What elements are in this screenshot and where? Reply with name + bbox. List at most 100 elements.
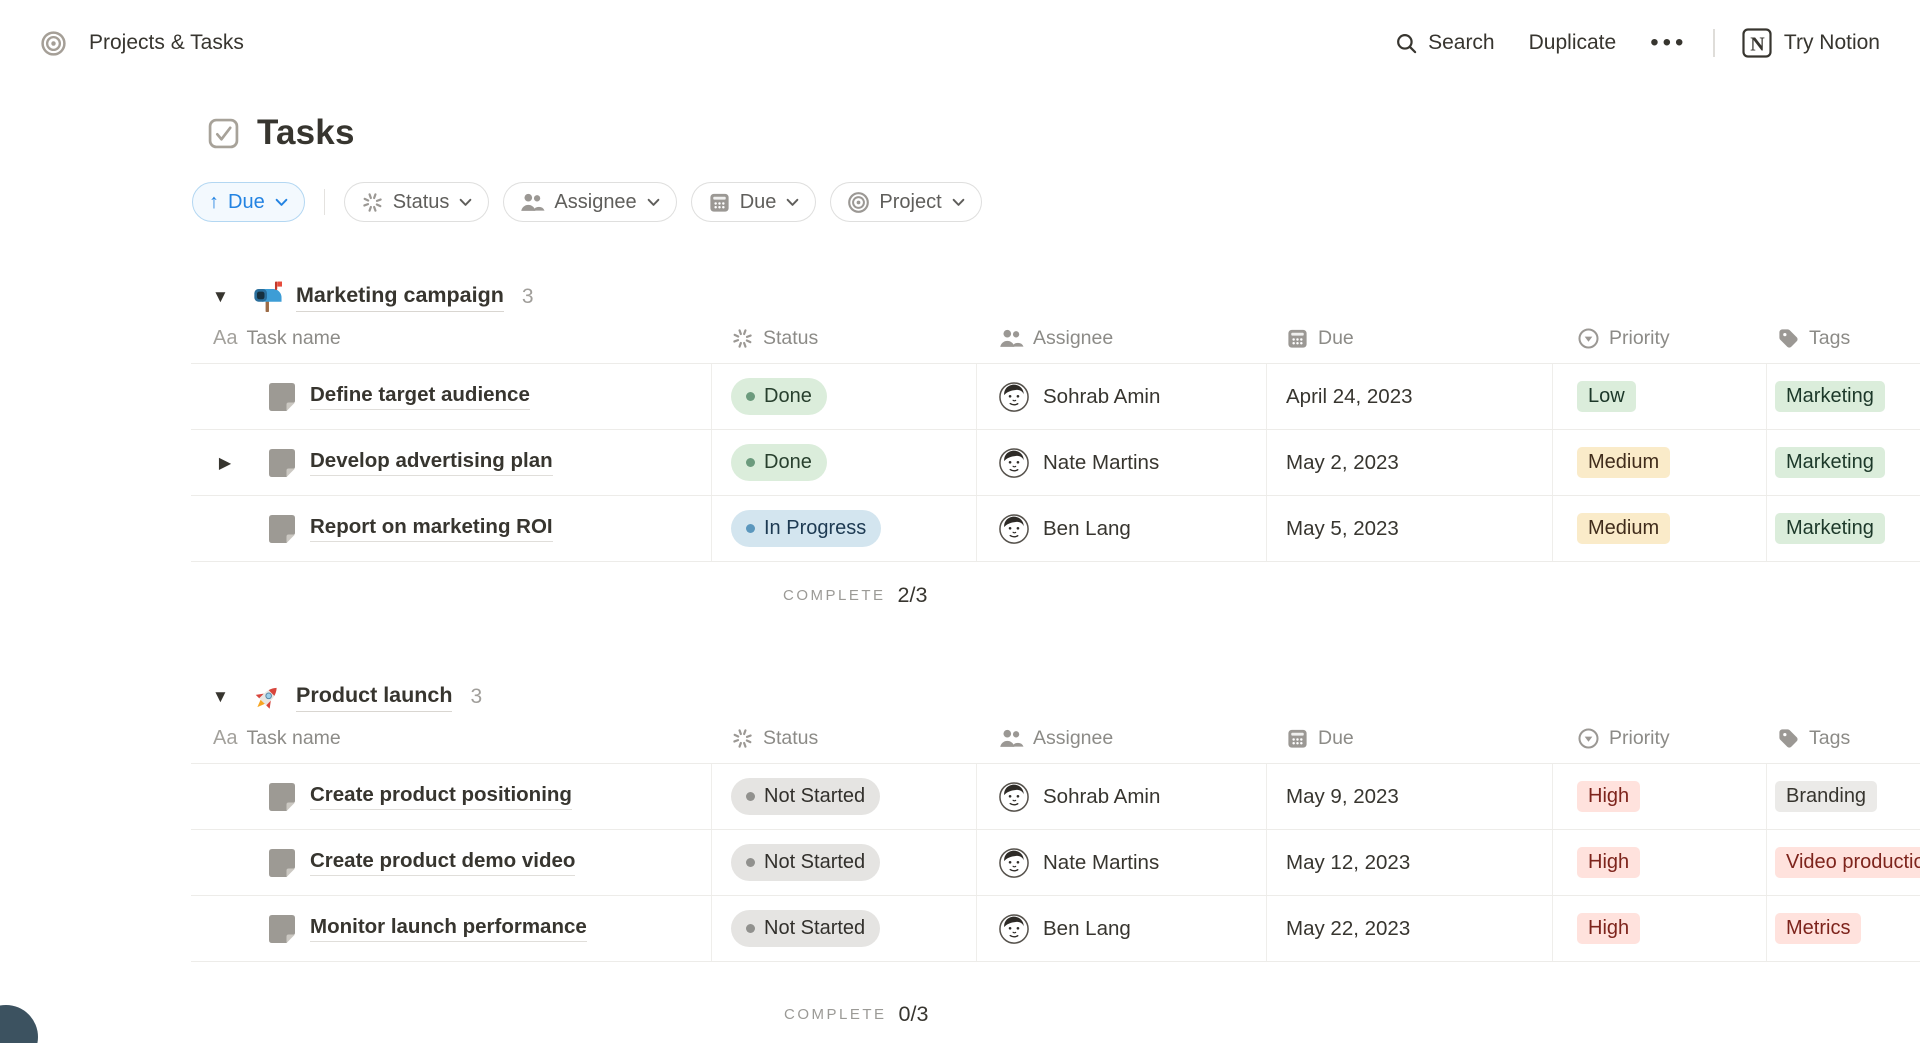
column-header-assignee[interactable]: Assignee <box>977 314 1267 363</box>
due-cell[interactable]: April 24, 2023 <box>1267 364 1553 429</box>
tag[interactable]: Video production <box>1775 847 1920 878</box>
tag[interactable]: Marketing <box>1775 381 1885 412</box>
column-header-task-name[interactable]: Aa Task name <box>191 714 712 763</box>
tasks-table: Aa Task name Status Assignee Due Priorit… <box>191 714 1920 962</box>
column-header-status[interactable]: Status <box>712 714 977 763</box>
status-dot-icon <box>746 458 755 467</box>
status-spinner-icon <box>361 191 384 214</box>
column-header-due[interactable]: Due <box>1267 714 1553 763</box>
filter-pill-assignee[interactable]: Assignee <box>503 182 676 222</box>
chevron-down-icon <box>786 198 799 207</box>
column-header-status[interactable]: Status <box>712 314 977 363</box>
column-header-priority[interactable]: Priority <box>1553 314 1767 363</box>
duplicate-label: Duplicate <box>1529 31 1617 55</box>
assignee-cell[interactable]: Nate Martins <box>977 830 1267 895</box>
priority-tag[interactable]: High <box>1577 781 1640 812</box>
column-header-due[interactable]: Due <box>1267 314 1553 363</box>
status-dot-icon <box>746 392 755 401</box>
page-icon <box>269 849 295 877</box>
table-row: Report on marketing ROI In Progress Ben … <box>191 496 1920 562</box>
filter-due-label: Due <box>740 191 777 214</box>
status-badge[interactable]: Done <box>731 444 827 481</box>
column-header-tags[interactable]: Tags <box>1767 314 1920 363</box>
filter-pill-due[interactable]: Due <box>691 182 817 222</box>
avatar <box>999 382 1029 412</box>
assignee-cell[interactable]: Nate Martins <box>977 430 1267 495</box>
page-header: Tasks <box>208 110 1920 156</box>
priority-tag[interactable]: Medium <box>1577 513 1670 544</box>
tag[interactable]: Marketing <box>1775 513 1885 544</box>
table-row: ▶ Develop advertising plan Done Nate Mar… <box>191 430 1920 496</box>
topbar-divider <box>1713 29 1715 57</box>
group-title[interactable]: Product launch <box>296 683 452 712</box>
group-header[interactable]: ▼ Marketing campaign 3 <box>212 280 1920 314</box>
status-badge[interactable]: Not Started <box>731 910 880 947</box>
collapse-group-icon[interactable]: ▼ <box>212 287 230 307</box>
task-title[interactable]: Create product positioning <box>310 783 572 810</box>
breadcrumb[interactable]: Projects & Tasks <box>40 30 244 57</box>
column-header-tags[interactable]: Tags <box>1767 714 1920 763</box>
table-row: Create product positioning Not Started S… <box>191 764 1920 830</box>
filter-divider <box>324 189 325 215</box>
priority-tag[interactable]: High <box>1577 913 1640 944</box>
expand-row-icon[interactable]: ▶ <box>215 453 235 473</box>
group-marketing-campaign: ▼ Marketing campaign 3 Aa Task name Stat… <box>0 280 1920 628</box>
due-cell[interactable]: May 2, 2023 <box>1267 430 1553 495</box>
group-aggregate[interactable]: COMPLETE 0/3 <box>0 985 1920 1043</box>
more-icon: ••• <box>1650 29 1687 57</box>
task-title[interactable]: Develop advertising plan <box>310 449 553 476</box>
priority-tag[interactable]: Medium <box>1577 447 1670 478</box>
assignee-cell[interactable]: Sohrab Amin <box>977 764 1267 829</box>
column-header-task-name[interactable]: Aa Task name <box>191 314 712 363</box>
topbar-actions: Search Duplicate ••• N Try Notion <box>1395 27 1880 60</box>
priority-icon <box>1577 727 1600 750</box>
text-property-icon: Aa <box>213 727 237 750</box>
status-badge[interactable]: Not Started <box>731 844 880 881</box>
group-aggregate[interactable]: COMPLETE 2/3 <box>191 562 1920 628</box>
filter-status-label: Status <box>393 191 450 214</box>
table-row: Define target audience Done Sohrab Amin … <box>191 364 1920 430</box>
group-header[interactable]: ▼ Product launch 3 <box>212 680 1920 714</box>
due-cell[interactable]: May 9, 2023 <box>1267 764 1553 829</box>
due-cell[interactable]: May 22, 2023 <box>1267 896 1553 961</box>
search-button[interactable]: Search <box>1395 31 1495 55</box>
sort-pill-due[interactable]: ↑ Due <box>192 182 305 222</box>
sort-pill-label: Due <box>228 191 265 214</box>
task-title[interactable]: Create product demo video <box>310 849 575 876</box>
status-badge[interactable]: Not Started <box>731 778 880 815</box>
due-cell[interactable]: May 12, 2023 <box>1267 830 1553 895</box>
tasks-table: Aa Task name Status Assignee Due Priorit… <box>191 314 1920 628</box>
chevron-down-icon <box>647 198 660 207</box>
task-title[interactable]: Report on marketing ROI <box>310 515 553 542</box>
status-dot-icon <box>746 924 755 933</box>
filter-assignee-label: Assignee <box>554 191 636 214</box>
column-header-priority[interactable]: Priority <box>1553 714 1767 763</box>
table-row: Create product demo video Not Started Na… <box>191 830 1920 896</box>
assignee-cell[interactable]: Ben Lang <box>977 896 1267 961</box>
task-title[interactable]: Define target audience <box>310 383 530 410</box>
chevron-down-icon <box>275 198 288 207</box>
due-cell[interactable]: May 5, 2023 <box>1267 496 1553 561</box>
try-notion-button[interactable]: N Try Notion <box>1741 27 1880 60</box>
calendar-icon <box>1286 327 1309 350</box>
assignee-cell[interactable]: Sohrab Amin <box>977 364 1267 429</box>
column-header-assignee[interactable]: Assignee <box>977 714 1267 763</box>
priority-tag[interactable]: High <box>1577 847 1640 878</box>
calendar-icon <box>708 191 731 214</box>
tag[interactable]: Branding <box>1775 781 1877 812</box>
duplicate-button[interactable]: Duplicate <box>1529 31 1617 55</box>
group-title[interactable]: Marketing campaign <box>296 283 504 312</box>
priority-tag[interactable]: Low <box>1577 381 1636 412</box>
task-title[interactable]: Monitor launch performance <box>310 915 587 942</box>
status-badge[interactable]: Done <box>731 378 827 415</box>
collapse-group-icon[interactable]: ▼ <box>212 687 230 707</box>
tag[interactable]: Marketing <box>1775 447 1885 478</box>
filter-pill-project[interactable]: Project <box>830 182 981 222</box>
filter-pill-status[interactable]: Status <box>344 182 490 222</box>
page-icon <box>269 383 295 411</box>
assignee-cell[interactable]: Ben Lang <box>977 496 1267 561</box>
page-title[interactable]: Tasks <box>257 113 355 153</box>
more-button[interactable]: ••• <box>1650 29 1687 57</box>
tag[interactable]: Metrics <box>1775 913 1861 944</box>
status-badge[interactable]: In Progress <box>731 510 881 547</box>
